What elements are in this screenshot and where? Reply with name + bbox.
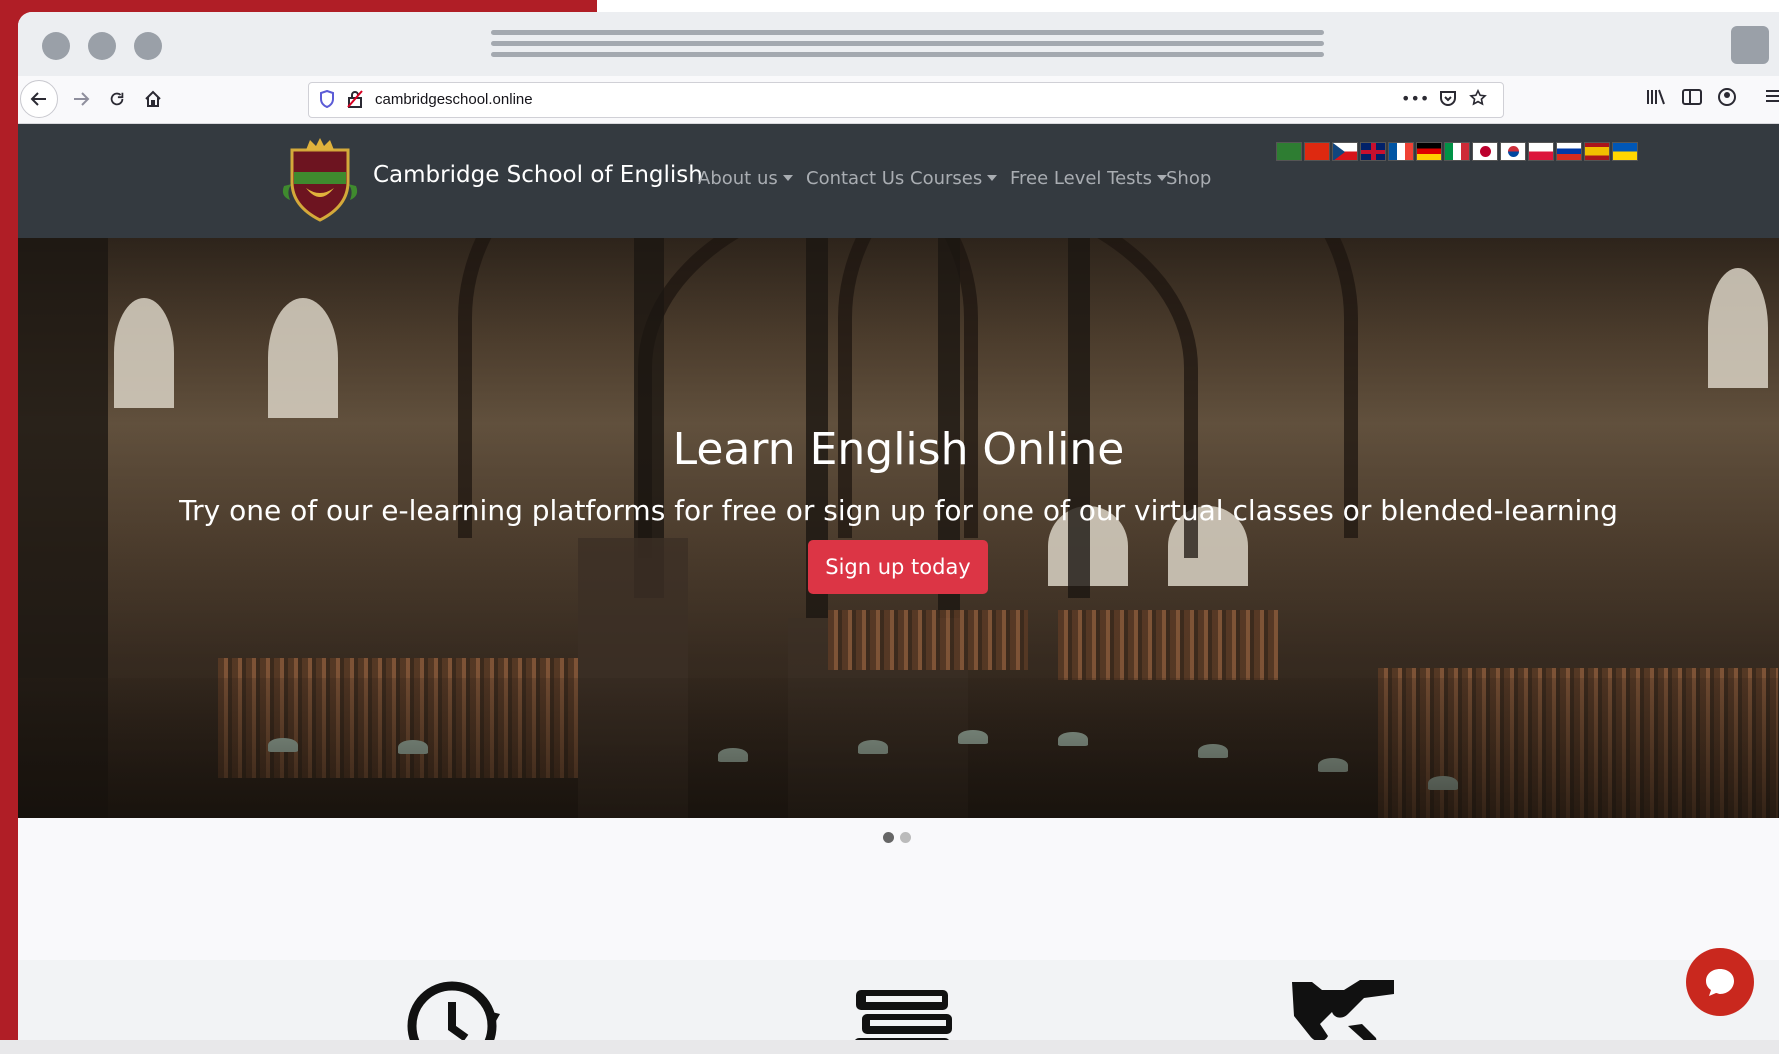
scenery [1058, 610, 1278, 680]
carousel-dot-2[interactable] [900, 832, 911, 843]
flag-spanish-icon[interactable] [1584, 142, 1610, 161]
flag-arabic-icon[interactable] [1276, 142, 1302, 161]
hamburger-menu-icon[interactable] [1766, 88, 1779, 109]
sign-up-button[interactable]: Sign up today [808, 540, 988, 594]
nav-courses[interactable]: Courses [910, 168, 998, 189]
reload-button[interactable] [100, 82, 134, 116]
window-bottom-edge [0, 1040, 1779, 1054]
back-button[interactable] [20, 80, 58, 118]
minimize-window-button[interactable] [88, 32, 116, 60]
chat-button[interactable] [1686, 948, 1754, 1016]
carousel-indicators [883, 832, 911, 843]
caret-down-icon [987, 175, 998, 181]
flag-french-icon[interactable] [1388, 142, 1414, 161]
tracking-protection-icon[interactable] [319, 89, 335, 112]
home-button[interactable] [136, 82, 170, 116]
scenery [828, 610, 1028, 670]
scenery [18, 678, 1779, 818]
nav-contact-us-label: Contact Us [806, 168, 905, 189]
scenery [1068, 238, 1090, 598]
page-actions-icon[interactable]: ••• [1401, 89, 1429, 108]
browser-window: cambridgeschool.online ••• Cambridge Sch… [18, 12, 1779, 1054]
flag-korean-icon[interactable] [1500, 142, 1526, 161]
flag-german-icon[interactable] [1416, 142, 1442, 161]
forward-arrow-icon [74, 92, 90, 106]
scenery [114, 298, 174, 408]
nav-free-level-tests[interactable]: Free Level Tests [1010, 168, 1167, 189]
nav-about-us-label: About us [698, 168, 778, 189]
nav-contact-us[interactable]: Contact Us [806, 168, 904, 189]
site-navbar: Cambridge School of English About us Con… [18, 124, 1779, 238]
site-brand-title[interactable]: Cambridge School of English [373, 162, 703, 188]
chat-bubble-icon [1706, 969, 1734, 996]
flag-english-icon[interactable] [1360, 142, 1386, 161]
browser-toolbar: cambridgeschool.online ••• [18, 76, 1779, 124]
scenery [1708, 268, 1768, 388]
library-icon[interactable] [1646, 88, 1666, 111]
nav-shop[interactable]: Shop [1166, 168, 1211, 189]
flag-czech-icon[interactable] [1332, 142, 1358, 161]
flag-russian-icon[interactable] [1556, 142, 1582, 161]
nav-free-level-tests-label: Free Level Tests [1010, 168, 1152, 189]
home-icon [145, 90, 161, 107]
nav-courses-label: Courses [910, 168, 983, 189]
tab-strip-placeholder [491, 30, 1324, 64]
reload-icon [110, 92, 124, 106]
flag-chinese-icon[interactable] [1304, 142, 1330, 161]
forward-button[interactable] [64, 82, 98, 116]
school-logo[interactable] [276, 136, 364, 222]
close-window-button[interactable] [42, 32, 70, 60]
title-bar [18, 12, 1779, 76]
decorative-frame-top [597, 0, 1779, 12]
nav-about-us[interactable]: About us [698, 168, 793, 189]
caret-down-icon [782, 175, 793, 181]
scenery [268, 298, 338, 418]
flag-japanese-icon[interactable] [1472, 142, 1498, 161]
pocket-icon[interactable] [1439, 89, 1457, 111]
maximize-window-button[interactable] [134, 32, 162, 60]
hero-subtitle: Try one of our e-learning platforms for … [179, 494, 1618, 527]
insecure-lock-icon[interactable] [347, 90, 363, 112]
flag-ukrainian-icon[interactable] [1612, 142, 1638, 161]
hero-carousel: Learn English Online Try one of our e-le… [18, 238, 1779, 818]
url-bar[interactable]: cambridgeschool.online ••• [308, 82, 1504, 118]
account-icon[interactable] [1718, 88, 1736, 111]
flag-polish-icon[interactable] [1528, 142, 1554, 161]
language-flags [1276, 142, 1638, 161]
flag-italian-icon[interactable] [1444, 142, 1470, 161]
window-menu-button[interactable] [1731, 26, 1769, 64]
hero-title: Learn English Online [672, 424, 1125, 475]
nav-shop-label: Shop [1166, 168, 1212, 189]
url-text[interactable]: cambridgeschool.online [375, 91, 533, 108]
back-arrow-icon [30, 92, 46, 106]
bookmark-star-icon[interactable] [1469, 88, 1487, 111]
carousel-dot-1[interactable] [883, 832, 894, 843]
sidebar-icon[interactable] [1682, 88, 1702, 111]
